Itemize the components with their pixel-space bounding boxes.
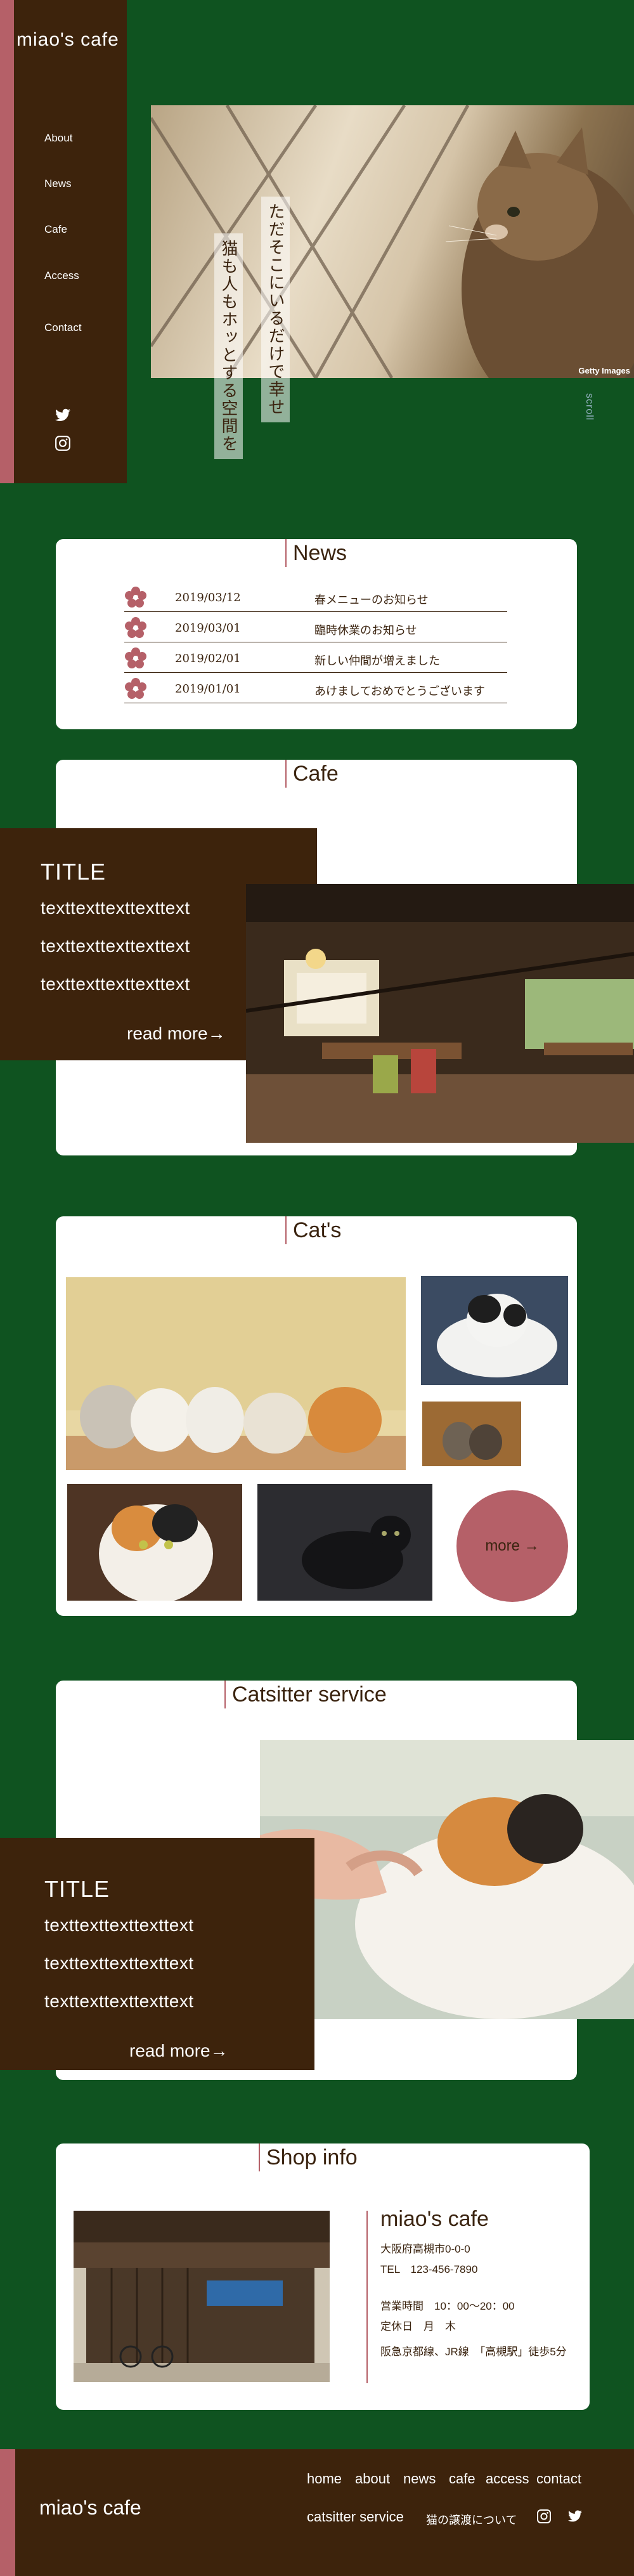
shop-address: 大阪府高槻市0-0-0 xyxy=(380,2243,470,2255)
catsitter-panel-title: TITLE xyxy=(44,1876,110,1902)
flower-icon xyxy=(125,678,146,699)
brand-logo[interactable]: miao's cafe xyxy=(16,29,119,51)
footer-link-adoption[interactable]: 猫の譲渡について xyxy=(426,2511,517,2528)
black-cat-image xyxy=(257,1484,432,1601)
cafe-interior-image xyxy=(246,884,634,1143)
nav-news[interactable]: News xyxy=(44,178,72,190)
footer-link-access[interactable]: access xyxy=(486,2471,529,2487)
news-text[interactable]: あけましておめでとうございます xyxy=(314,682,485,699)
news-title: News xyxy=(285,539,347,567)
calico-cat-image xyxy=(67,1484,242,1601)
footer-brand[interactable]: miao's cafe xyxy=(39,2496,141,2520)
catsitter-read-more-link[interactable]: read more→ xyxy=(129,2041,228,2061)
catsitter-panel-line: texttexttexttexttext xyxy=(44,1991,194,2011)
flower-icon xyxy=(125,617,146,638)
shop-exterior-image xyxy=(74,2211,330,2382)
hero-caption-2: 猫も人もホッとする空間を xyxy=(214,233,243,459)
footer-link-contact[interactable]: contact xyxy=(536,2471,581,2487)
footer-link-about[interactable]: about xyxy=(355,2471,390,2487)
footer-link-home[interactable]: home xyxy=(307,2471,342,2487)
news-item[interactable]: 2019/01/01 あけましておめでとうございます xyxy=(124,673,507,703)
two-kittens-image xyxy=(422,1402,521,1466)
catsitter-text-panel: TITLE texttexttexttexttext texttexttextt… xyxy=(0,1838,314,2070)
twitter-icon[interactable] xyxy=(55,407,71,424)
nav-contact[interactable]: Contact xyxy=(44,322,82,334)
cafe-panel-line: texttexttexttexttext xyxy=(41,936,190,956)
news-item[interactable]: 2019/03/01 臨時休業のお知らせ xyxy=(124,613,507,642)
catsitter-panel-line: texttexttexttexttext xyxy=(44,1915,194,1935)
catsitter-panel-line: texttexttexttexttext xyxy=(44,1953,194,1973)
cats-title: Cat's xyxy=(285,1216,341,1244)
footer-link-cafe[interactable]: cafe xyxy=(449,2471,476,2487)
news-item[interactable]: 2019/03/12 春メニューのお知らせ xyxy=(124,582,507,612)
shop-info-title: Shop info xyxy=(259,2143,358,2171)
cats-more-button[interactable]: more → xyxy=(456,1490,568,1602)
footer-accent-stripe xyxy=(0,2449,15,2576)
shop-divider xyxy=(366,2211,368,2383)
footer-link-catsitter[interactable]: catsitter service xyxy=(307,2509,404,2525)
twitter-icon[interactable] xyxy=(567,2509,583,2524)
instagram-icon[interactable] xyxy=(536,2509,552,2524)
news-text[interactable]: 臨時休業のお知らせ xyxy=(314,621,417,638)
news-text[interactable]: 春メニューのお知らせ xyxy=(314,591,429,608)
news-item[interactable]: 2019/02/01 新しい仲間が増えました xyxy=(124,643,507,673)
news-date: 2019/01/01 xyxy=(175,682,241,696)
cafe-panel-title: TITLE xyxy=(41,859,107,885)
footer-link-news[interactable]: news xyxy=(403,2471,436,2487)
scroll-indicator[interactable]: scroll xyxy=(583,393,595,420)
cat-petting-image xyxy=(260,1740,634,2019)
shop-name: miao's cafe xyxy=(380,2207,489,2231)
news-date: 2019/03/12 xyxy=(175,591,241,604)
news-date: 2019/03/01 xyxy=(175,621,241,635)
shop-access: 阪急京都線、JR線 「高槻駅」徒歩5分 xyxy=(380,2346,567,2358)
nav-about[interactable]: About xyxy=(44,132,72,145)
shop-hours: 営業時間 10：00〜20：00 xyxy=(380,2300,515,2312)
news-date: 2019/02/01 xyxy=(175,652,241,665)
nav-access[interactable]: Access xyxy=(44,270,79,282)
news-text[interactable]: 新しい仲間が増えました xyxy=(314,652,440,668)
nav-cafe[interactable]: Cafe xyxy=(44,223,67,236)
cafe-title: Cafe xyxy=(285,760,339,788)
cafe-panel-line: texttexttexttexttext xyxy=(41,974,190,994)
cafe-panel-line: texttexttexttexttext xyxy=(41,898,190,918)
image-credit: Getty Images xyxy=(578,366,630,375)
flower-icon xyxy=(125,587,146,608)
flower-icon xyxy=(125,647,146,668)
white-cat-image xyxy=(421,1276,568,1385)
shop-tel[interactable]: TEL 123-456-7890 xyxy=(380,2260,477,2276)
shop-closed-days: 定休日 月 木 xyxy=(380,2320,456,2332)
instagram-icon[interactable] xyxy=(55,435,71,452)
hero-caption-1: ただそこにいるだけで幸せ xyxy=(261,197,290,422)
catsitter-title: Catsitter service xyxy=(224,1681,387,1708)
cafe-read-more-link[interactable]: read more→ xyxy=(127,1024,226,1044)
cats-group-image xyxy=(66,1277,406,1470)
sidebar-accent-stripe xyxy=(0,0,14,483)
